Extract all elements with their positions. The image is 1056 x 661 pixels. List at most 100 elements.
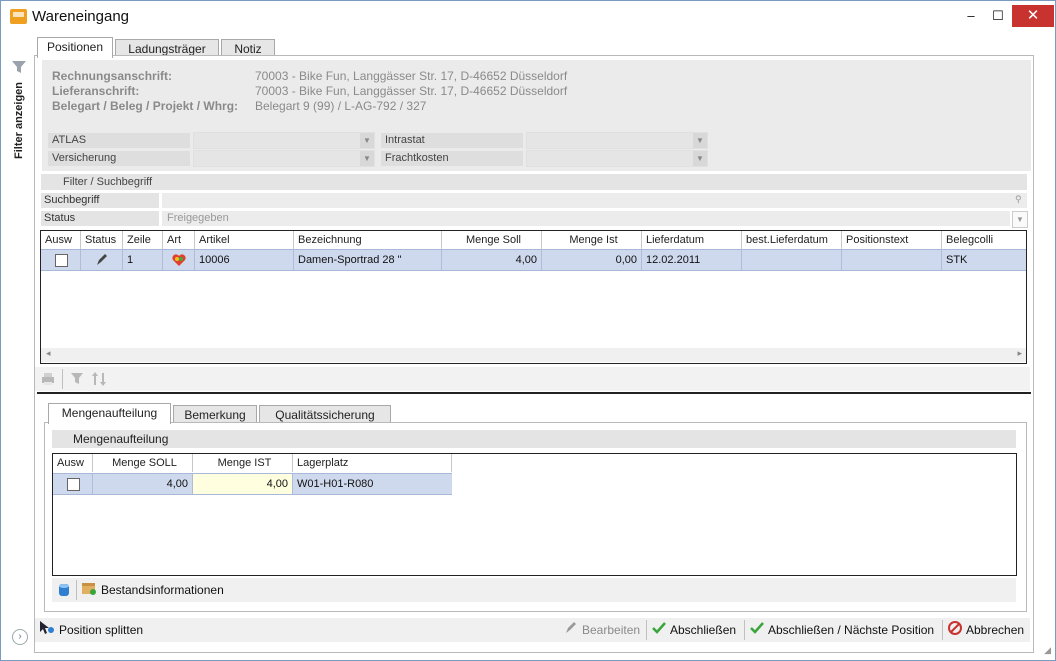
- split-button[interactable]: Position splitten: [39, 620, 143, 640]
- row-zeile: 1: [123, 250, 163, 270]
- row-bezeichnung: Damen-Sportrad 28 ": [294, 250, 442, 270]
- bearbeiten-button[interactable]: Bearbeiten: [564, 620, 640, 640]
- search-icon[interactable]: ⚲: [1015, 194, 1022, 205]
- abschliessen-next-label: Abschließen / Nächste Position: [768, 623, 935, 637]
- horizontal-scrollbar[interactable]: ◂ ▸: [41, 348, 1026, 362]
- chevron-right-icon[interactable]: ›: [12, 629, 28, 645]
- pencil-icon: [81, 250, 123, 270]
- rechnung-label: Rechnungsanschrift:: [52, 69, 173, 83]
- filter-section-label: Filter / Suchbegriff: [63, 176, 153, 188]
- minimize-button[interactable]: –: [956, 5, 986, 27]
- toolbar-separator: [76, 580, 77, 600]
- col-header[interactable]: Ausw: [53, 454, 93, 472]
- scroll-right-icon[interactable]: ▸: [1017, 348, 1022, 359]
- col-header[interactable]: Zeile: [123, 231, 163, 249]
- liefer-value: 70003 - Bike Fun, Langgässer Str. 17, D-…: [255, 84, 568, 98]
- positions-grid: Ausw Status Zeile Art Artikel Bezeichnun…: [40, 230, 1027, 364]
- resize-grip-icon[interactable]: ◢: [1044, 645, 1051, 656]
- toolbar-separator: [62, 369, 63, 389]
- col-header[interactable]: Art: [163, 231, 195, 249]
- footer-separator: [942, 620, 943, 640]
- close-button[interactable]: ✕: [1012, 5, 1054, 27]
- abbrechen-button[interactable]: Abbrechen: [948, 620, 1024, 640]
- versicherung-select[interactable]: ▼: [193, 150, 375, 167]
- row-artikel: 10006: [195, 250, 294, 270]
- frachtkosten-select[interactable]: ▼: [526, 150, 708, 167]
- row-select-cell[interactable]: [53, 474, 93, 494]
- col-header[interactable]: Positionstext: [842, 231, 942, 249]
- beleg-label: Belegart / Beleg / Projekt / Whrg:: [52, 99, 239, 113]
- table-row[interactable]: 4,00 4,00 W01-H01-R080: [53, 473, 452, 495]
- printer-icon[interactable]: [40, 371, 56, 387]
- bestand-label: Bestandsinformationen: [101, 583, 224, 598]
- col-header[interactable]: Status: [81, 231, 123, 249]
- scroll-left-icon[interactable]: ◂: [46, 348, 51, 359]
- abschliessen-label: Abschließen: [670, 623, 737, 637]
- grid-toolbar: [35, 367, 1030, 391]
- window-title: Wareneingang: [32, 8, 130, 25]
- bestand-button[interactable]: Bestandsinformationen: [81, 580, 224, 600]
- title-bar: Wareneingang – ☐ ✕: [1, 1, 1055, 33]
- row-positionstext: [842, 250, 942, 270]
- row-belegcolli: STK: [946, 254, 968, 266]
- intrastat-select[interactable]: ▼: [526, 132, 708, 149]
- database-icon[interactable]: [56, 582, 72, 598]
- mengen-ist-input[interactable]: 4,00: [193, 474, 293, 494]
- col-header[interactable]: Menge Ist: [542, 231, 642, 249]
- row-menge-ist: 0,00: [542, 250, 642, 270]
- intrastat-label: Intrastat: [381, 133, 523, 148]
- tab-positionen[interactable]: Positionen: [37, 37, 113, 58]
- frachtkosten-label: Frachtkosten: [381, 151, 523, 166]
- status-select[interactable]: [162, 211, 1010, 226]
- chevron-down-icon: ▼: [360, 133, 374, 148]
- mengen-section-bar: [52, 430, 1016, 448]
- mengen-grid: Ausw Menge SOLL Menge IST Lagerplatz 4,0…: [52, 453, 1017, 576]
- row-checkbox[interactable]: [67, 478, 80, 491]
- liefer-label: Lieferanschrift:: [52, 84, 140, 98]
- col-header[interactable]: Lieferdatum: [642, 231, 742, 249]
- chevron-down-icon[interactable]: ▼: [1012, 211, 1028, 228]
- col-header[interactable]: Menge IST: [193, 454, 293, 472]
- col-header[interactable]: Ausw: [41, 231, 81, 249]
- search-label: Suchbegriff: [44, 194, 100, 206]
- chevron-down-icon: ▼: [693, 151, 707, 166]
- filter-icon[interactable]: [69, 371, 85, 387]
- mengen-soll: 4,00: [93, 474, 193, 494]
- article-type-icon: [163, 250, 195, 270]
- mengen-lagerplatz: W01-H01-R080: [297, 478, 374, 490]
- col-header[interactable]: Belegcolli: [942, 231, 1026, 249]
- pencil-icon: [564, 621, 578, 641]
- filter-section-bar: [41, 174, 1027, 190]
- table-row[interactable]: 1 10006 Damen-Sportrad 28 " 4,00 0,00 12…: [41, 249, 1026, 271]
- abschliessen-next-button[interactable]: Abschließen / Nächste Position: [750, 620, 934, 640]
- col-header[interactable]: Lagerplatz: [293, 454, 452, 472]
- chevron-down-icon: ▼: [360, 151, 374, 166]
- app-icon: [10, 9, 27, 24]
- sort-icon[interactable]: [91, 371, 107, 387]
- row-menge-soll: 4,00: [442, 250, 542, 270]
- abbrechen-label: Abbrechen: [966, 623, 1025, 637]
- abschliessen-button[interactable]: Abschließen: [652, 620, 736, 640]
- check-icon: [652, 621, 666, 641]
- tab-mengenaufteilung[interactable]: Mengenaufteilung: [48, 403, 171, 424]
- maximize-button[interactable]: ☐: [983, 5, 1013, 27]
- atlas-select[interactable]: ▼: [193, 132, 375, 149]
- cursor-split-icon: [39, 620, 55, 642]
- col-header[interactable]: Artikel: [195, 231, 294, 249]
- box-add-icon: [81, 580, 97, 602]
- filter-icon[interactable]: [11, 59, 27, 75]
- col-header[interactable]: Menge SOLL: [93, 454, 193, 472]
- search-input[interactable]: [162, 193, 1027, 208]
- status-label: Status: [44, 212, 76, 224]
- cancel-icon: [948, 620, 962, 641]
- col-header[interactable]: Bezeichnung: [294, 231, 442, 249]
- rechnung-value: 70003 - Bike Fun, Langgässer Str. 17, D-…: [255, 69, 568, 83]
- filter-toggle[interactable]: Filter anzeigen: [13, 82, 25, 159]
- row-checkbox[interactable]: [55, 254, 68, 267]
- chevron-down-icon: ▼: [693, 133, 707, 148]
- col-header[interactable]: Menge Soll: [442, 231, 542, 249]
- row-select-cell[interactable]: [41, 250, 81, 270]
- col-header[interactable]: best.Lieferdatum: [742, 231, 842, 249]
- versicherung-label: Versicherung: [48, 151, 190, 166]
- footer-separator: [646, 620, 647, 640]
